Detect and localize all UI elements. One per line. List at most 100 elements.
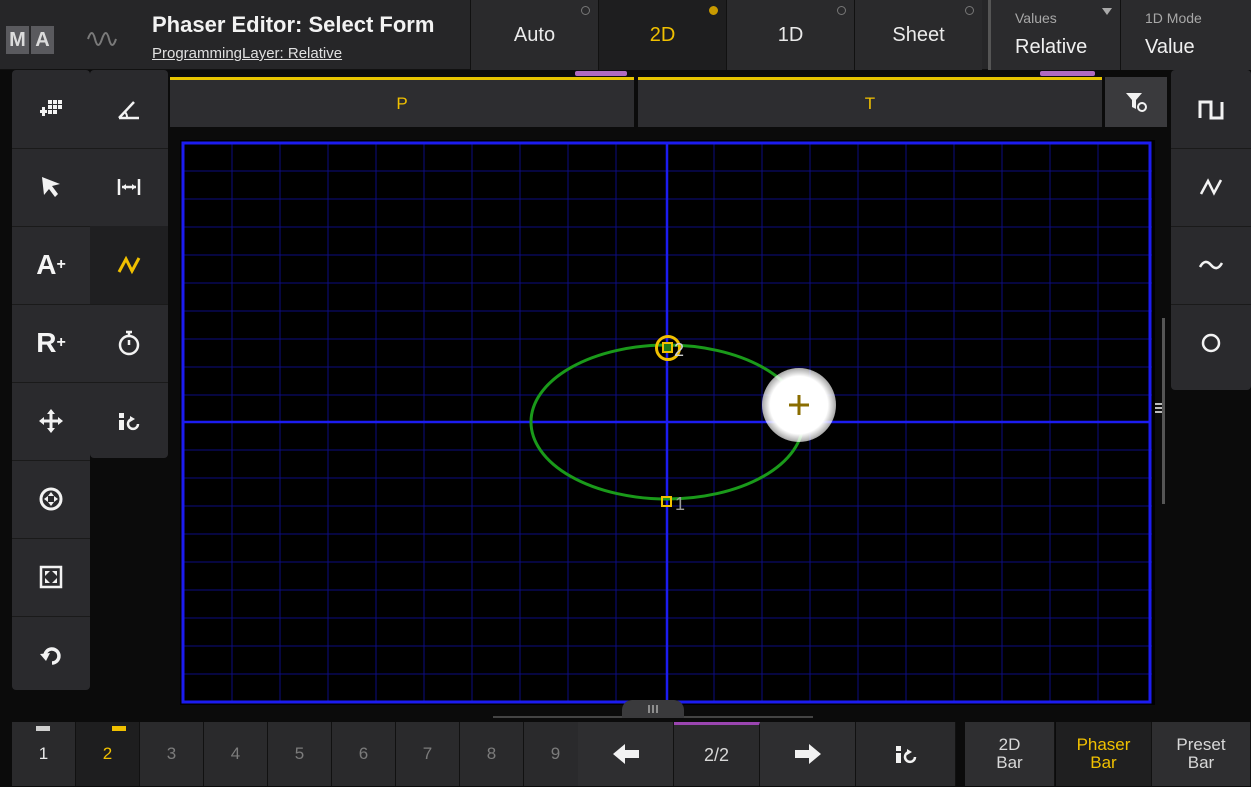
step-number: 3 <box>166 744 177 763</box>
grip-icon <box>648 705 658 713</box>
mode-sheet-label: Sheet <box>892 23 945 46</box>
sine-wave-icon[interactable] <box>1171 226 1251 305</box>
phaser-swap-icon[interactable] <box>90 382 168 460</box>
mode-indicator-dot <box>581 6 590 15</box>
phaser-bar-line1: Phaser <box>1076 735 1131 754</box>
step-button-1[interactable]: 1 <box>12 722 76 786</box>
plus-superscript: + <box>56 256 66 273</box>
zigzag-icon[interactable] <box>90 226 168 305</box>
step-number: 7 <box>422 744 433 763</box>
values-caption: Values <box>1015 10 1057 26</box>
attribute-header-p[interactable]: P <box>170 77 634 127</box>
step-button-6[interactable]: 6 <box>332 722 396 786</box>
undo-icon[interactable] <box>12 616 90 694</box>
logo-letter-a: A <box>31 26 54 54</box>
phaser-swap-button[interactable] <box>856 722 956 786</box>
attribute-range-marker <box>575 71 627 76</box>
step-number: 8 <box>486 744 497 763</box>
angle-icon[interactable] <box>90 70 168 149</box>
attribute-label-p: P <box>396 93 408 113</box>
step-1-label: 1 <box>675 494 686 514</box>
step-1-handle[interactable] <box>661 496 672 507</box>
filter-icon <box>1126 93 1147 112</box>
attribute-header-t[interactable]: T <box>638 77 1102 127</box>
grid-add-icon[interactable] <box>12 70 90 149</box>
left-tool-column-b <box>90 70 168 458</box>
relative-glyph: R <box>36 327 57 358</box>
mode-sheet-button[interactable]: Sheet <box>854 0 982 70</box>
mode-1d-label: 1D <box>777 23 804 46</box>
mode-1d-caption: 1D Mode <box>1145 10 1202 26</box>
center-icon[interactable] <box>12 460 90 539</box>
step-number: 5 <box>294 744 305 763</box>
mode-2d-button[interactable]: 2D <box>598 0 726 70</box>
mode-auto-label: Auto <box>513 23 556 46</box>
page-counter: 2/2 <box>703 745 730 765</box>
values-value: Relative <box>1015 36 1088 58</box>
fit-icon[interactable] <box>12 538 90 617</box>
step-indicator <box>112 726 126 731</box>
step-number: 6 <box>358 744 369 763</box>
width-icon[interactable] <box>90 148 168 227</box>
bar-2d-line2: Bar <box>996 753 1023 772</box>
phaser-bar-button[interactable]: Phaser Bar <box>1056 722 1152 786</box>
mode-2d-label: 2D <box>649 23 676 46</box>
dropdown-arrow-icon <box>1102 8 1112 15</box>
bar-2d-line1: 2D <box>998 735 1021 754</box>
move-icon[interactable] <box>12 382 90 461</box>
programming-layer-label[interactable]: ProgrammingLayer: Relative <box>152 45 342 62</box>
square-wave-icon[interactable] <box>1171 70 1251 149</box>
step-number: 2 <box>102 744 113 763</box>
logo-letter-m: M <box>6 26 29 54</box>
title-bar: M A Phaser Editor: Select Form Programmi… <box>0 0 1251 70</box>
attribute-range-marker <box>1040 71 1095 76</box>
step-indicator <box>36 726 50 731</box>
mode-auto-button[interactable]: Auto <box>470 0 598 70</box>
mode-1d-value: Value <box>1145 36 1195 58</box>
resize-handle[interactable] <box>622 700 684 718</box>
mode-indicator-dot <box>965 6 974 15</box>
phaser-2d-graph[interactable] <box>180 140 1155 705</box>
phaser-wave-icon[interactable] <box>86 24 120 54</box>
next-page-button[interactable] <box>760 722 856 786</box>
bar-2d-button[interactable]: 2D Bar <box>965 722 1055 786</box>
window-title: Phaser Editor: Select Form <box>152 12 435 37</box>
values-dropdown[interactable]: Values Relative <box>988 0 1120 70</box>
step-button-8[interactable]: 8 <box>460 722 524 786</box>
arrow-left-icon <box>612 744 639 764</box>
step-button-3[interactable]: 3 <box>140 722 204 786</box>
absolute-glyph: A <box>36 249 57 280</box>
ma-logo[interactable]: M A <box>6 26 54 54</box>
phaser-swap-icon <box>895 746 916 764</box>
step-button-7[interactable]: 7 <box>396 722 460 786</box>
filter-button[interactable] <box>1105 77 1167 127</box>
phaser-bar-line2: Bar <box>1090 753 1117 772</box>
stopwatch-icon[interactable] <box>90 304 168 383</box>
step-button-2[interactable]: 2 <box>76 722 140 786</box>
attribute-label-t: T <box>864 93 876 113</box>
preset-bar-line2: Bar <box>1187 753 1215 772</box>
step-button-4[interactable]: 4 <box>204 722 268 786</box>
relative-plus-icon[interactable]: R + <box>12 304 90 383</box>
cursor-icon[interactable] <box>12 148 90 227</box>
mode-1d-button[interactable]: 1D <box>726 0 854 70</box>
zigzag-wave-icon[interactable] <box>1171 148 1251 227</box>
step-number: 1 <box>38 744 49 763</box>
page-indicator: 2/2 <box>674 722 760 786</box>
mode-indicator-dot <box>837 6 846 15</box>
step-2-label: 2 <box>674 340 685 360</box>
right-form-column <box>1171 70 1251 390</box>
arrow-right-icon <box>794 744 821 764</box>
mode-1d-dropdown[interactable]: 1D Mode Value <box>1120 0 1251 70</box>
crosshair-cursor-icon <box>789 395 809 415</box>
preset-bar-button[interactable]: Preset Bar <box>1152 722 1251 786</box>
step-number: 9 <box>550 744 561 763</box>
preset-bar-line1: Preset <box>1176 735 1226 754</box>
absolute-plus-icon[interactable]: A + <box>12 226 90 305</box>
plus-superscript: + <box>56 334 66 351</box>
step-button-5[interactable]: 5 <box>268 722 332 786</box>
left-tool-column: A + R + <box>12 70 90 690</box>
step-2-handle[interactable] <box>662 342 673 353</box>
previous-page-button[interactable] <box>578 722 674 786</box>
circle-form-icon[interactable] <box>1171 304 1251 382</box>
